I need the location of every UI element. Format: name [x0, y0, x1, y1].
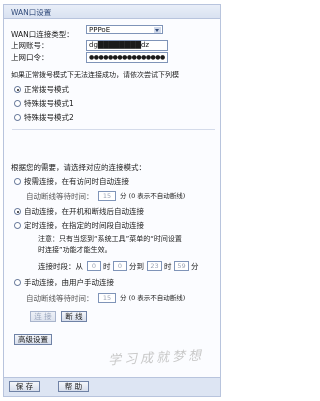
dial-mode-normal-label: 正常拨号模式 [24, 85, 69, 94]
disconnect-button[interactable]: 断 线 [61, 311, 87, 322]
timed-note-line2: 时连接”功能才能生效。 [38, 246, 112, 254]
wan-type-value: PPPoE [89, 26, 111, 34]
wan-type-label: WAN口连接类型： [11, 30, 74, 39]
password-input[interactable]: ●●●●●●●●●●●●●●●● [86, 52, 168, 63]
timed-from-hour-input[interactable]: 0 [87, 261, 101, 271]
connect-auto-label: 自动连接，在开机和断线后自动连接 [24, 207, 144, 216]
manual-idle-suffix: 分 (0 表示不自动断线) [120, 294, 186, 302]
on-demand-idle-suffix: 分 (0 表示不自动断线) [120, 192, 186, 200]
connect-manual-radio[interactable] [14, 279, 21, 286]
on-demand-idle-input[interactable]: 15 [98, 191, 116, 201]
wan-settings-panel: WAN口设置 WAN口连接类型： PPPoE 上网账号： dg████████d… [3, 4, 221, 397]
on-demand-idle-label: 自动断线等待时间： [26, 192, 94, 201]
timed-to-word: 分到 [129, 262, 144, 271]
bottom-bar: 保 存 帮 助 [4, 377, 220, 396]
connect-manual-label: 手动连接，由用户手动连接 [24, 278, 114, 287]
timed-to-hour-input[interactable]: 23 [147, 261, 162, 271]
connect-auto-radio[interactable] [14, 208, 21, 215]
account-input[interactable]: dg████████dz [86, 40, 168, 51]
manual-idle-label: 自动断线等待时间： [26, 294, 94, 303]
watermark-text: 学习成就梦想 [107, 348, 205, 369]
timed-hour-unit-2: 时 [164, 262, 172, 271]
dial-mode-normal-radio[interactable] [14, 86, 21, 93]
help-button[interactable]: 帮 助 [58, 381, 89, 392]
connect-button[interactable]: 连 接 [30, 311, 56, 322]
dial-mode-special1-label: 特殊拨号模式1 [24, 99, 74, 108]
account-label: 上网账号： [11, 41, 49, 50]
connect-timed-label: 定时连接，在指定的时间段自动连接 [24, 221, 144, 230]
connect-on-demand-label: 按需连接，在有访问时自动连接 [24, 177, 129, 186]
manual-idle-input[interactable]: 15 [98, 293, 116, 303]
advanced-settings-button[interactable]: 高级设置 [14, 334, 52, 345]
dial-mode-special1-radio[interactable] [14, 100, 21, 107]
chevron-down-icon[interactable] [154, 27, 161, 33]
connect-timed-radio[interactable] [14, 222, 21, 229]
wan-type-select[interactable]: PPPoE [86, 25, 163, 34]
timed-hour-unit-1: 时 [103, 262, 111, 271]
password-label: 上网口令： [11, 53, 49, 62]
panel-titlebar: WAN口设置 [4, 5, 220, 19]
panel-title: WAN口设置 [11, 8, 52, 17]
connect-mode-note: 根据您的需要，请选择对应的连接模式： [11, 163, 146, 172]
timed-period-label: 连接时段：从 [38, 262, 83, 271]
timed-to-min-input[interactable]: 59 [174, 261, 189, 271]
timed-note-line1: 注意：只有当您到“系统工具”菜单的“时间设置 [38, 235, 182, 243]
section-divider [12, 129, 215, 130]
dial-mode-special2-radio[interactable] [14, 114, 21, 121]
save-button[interactable]: 保 存 [9, 381, 40, 392]
dial-mode-note: 如果正常拨号模式下无法连接成功，请依次尝试下列模 [11, 71, 179, 79]
dial-mode-special2-label: 特殊拨号模式2 [24, 113, 74, 122]
timed-min-unit: 分 [191, 262, 199, 271]
connect-on-demand-radio[interactable] [14, 178, 21, 185]
timed-from-min-input[interactable]: 0 [113, 261, 127, 271]
